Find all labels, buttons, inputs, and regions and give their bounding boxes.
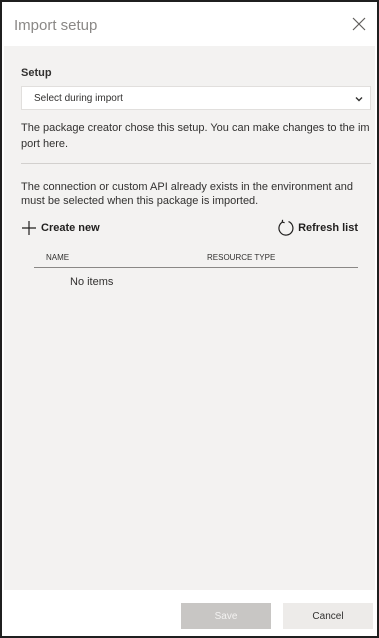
connection-description: The connection or custom API already exi… — [21, 181, 354, 207]
refresh-list-label: Refresh list — [298, 222, 358, 234]
setup-dropdown-value: Select during import — [34, 93, 123, 104]
section-divider — [21, 163, 371, 164]
setup-dropdown[interactable]: Select during import — [21, 86, 371, 110]
create-new-label: Create new — [41, 222, 100, 234]
chevron-down-icon — [355, 97, 363, 102]
plus-icon — [22, 221, 36, 235]
column-header-resource-type[interactable]: RESOURCE TYPE — [207, 253, 275, 262]
close-icon — [352, 17, 366, 31]
refresh-icon — [278, 219, 294, 236]
cancel-button[interactable]: Cancel — [283, 603, 373, 629]
setup-description: The package creator chose this setup. Yo… — [21, 122, 370, 150]
panel-header: Import setup — [4, 4, 375, 46]
column-header-name[interactable]: NAME — [46, 253, 69, 262]
refresh-list-button[interactable]: Refresh list — [277, 218, 358, 238]
save-button[interactable]: Save — [181, 603, 271, 629]
empty-table-message: No items — [70, 276, 114, 288]
close-button[interactable] — [351, 16, 367, 32]
create-new-button[interactable]: Create new — [21, 218, 100, 238]
setup-label: Setup — [21, 67, 52, 79]
table-header: NAME RESOURCE TYPE — [34, 249, 358, 268]
panel-title: Import setup — [14, 17, 98, 34]
